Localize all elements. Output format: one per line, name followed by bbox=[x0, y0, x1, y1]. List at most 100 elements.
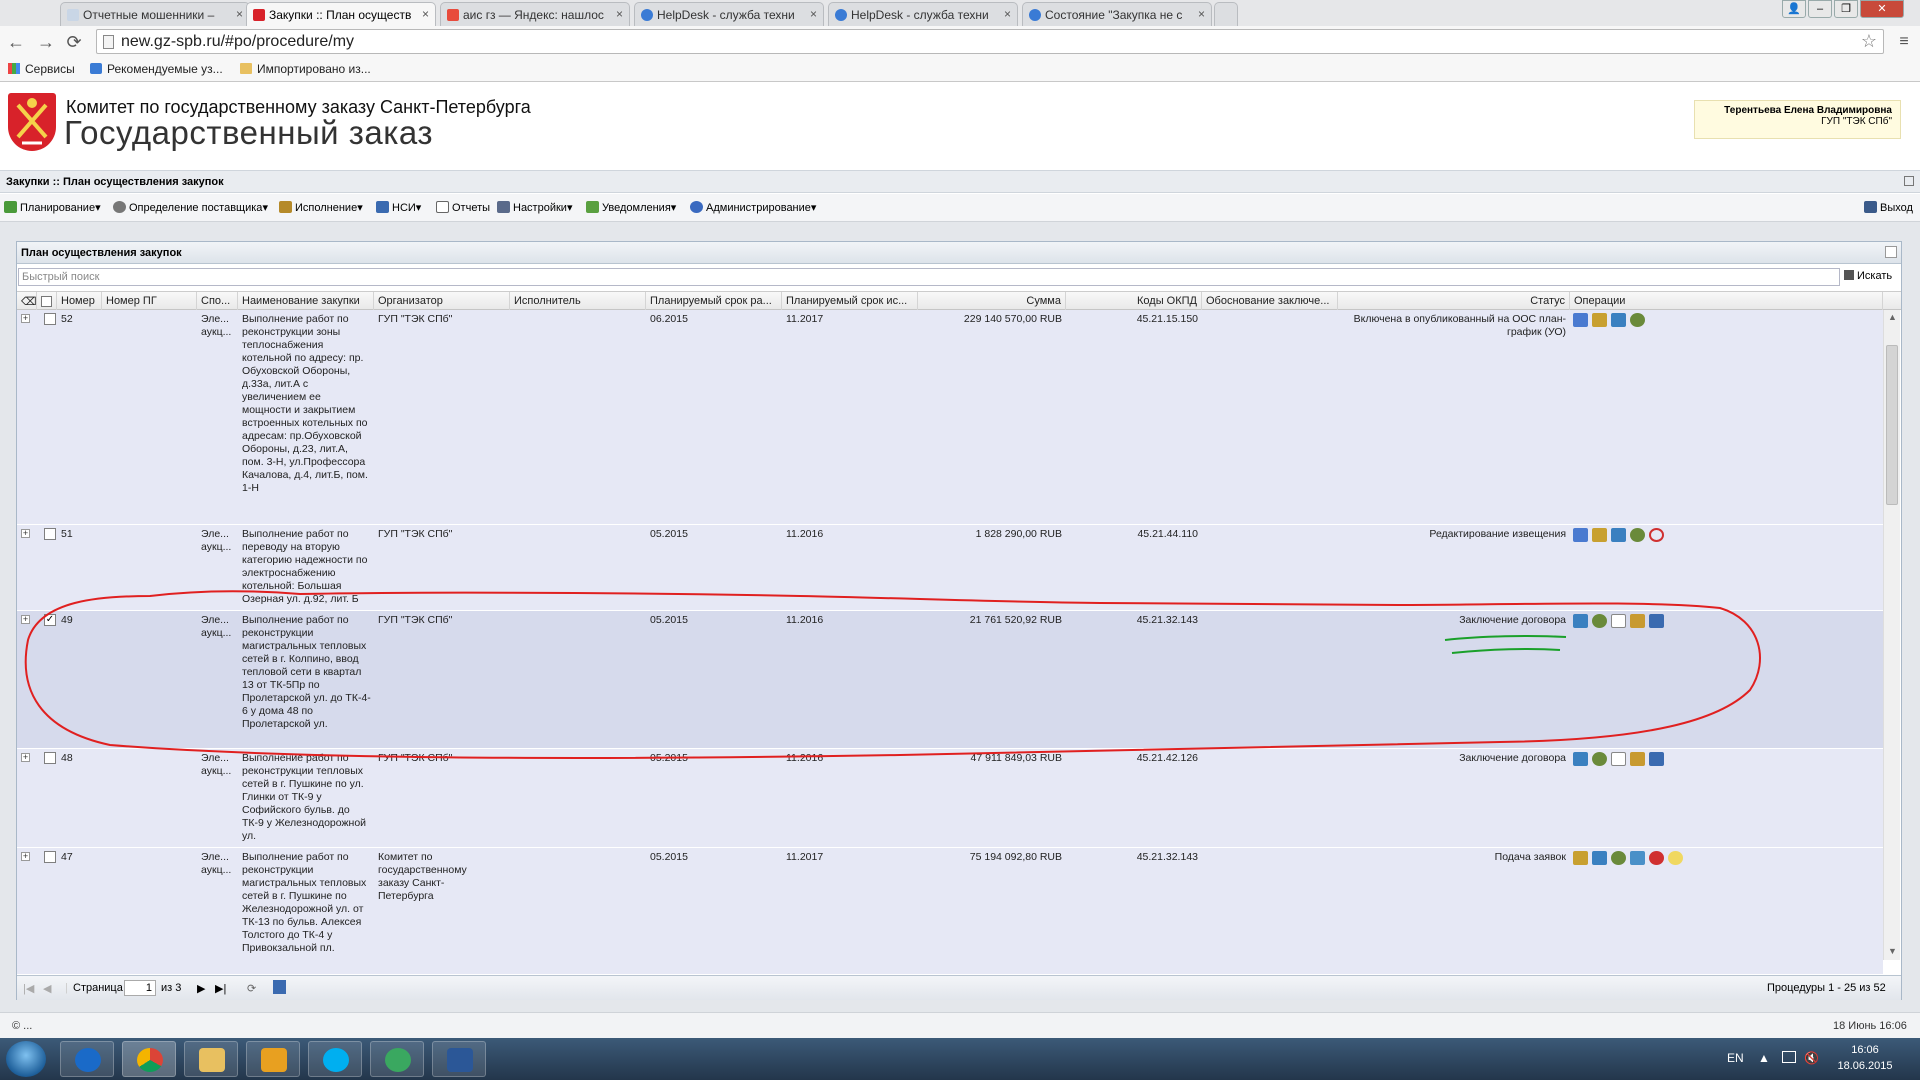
taskbar-clock[interactable]: 16:06 18.06.2015 bbox=[1820, 1042, 1910, 1074]
first-page-icon[interactable]: |◀ bbox=[23, 982, 34, 995]
table-row[interactable]: + 52 Эле... аукц... Выполнение работ по … bbox=[17, 310, 1883, 525]
refresh-icon[interactable]: ⟳ bbox=[247, 982, 256, 995]
user-info[interactable]: Терентьева Елена Владимировна ГУП "ТЭК С… bbox=[1694, 100, 1901, 139]
menu-nsi[interactable]: НСИ▾ bbox=[376, 201, 421, 214]
save-icon[interactable] bbox=[273, 980, 286, 994]
search-button[interactable]: Искать bbox=[1844, 268, 1899, 286]
keyboard-language[interactable]: EN bbox=[1727, 1051, 1744, 1065]
emblem-icon[interactable] bbox=[1630, 614, 1645, 628]
scroll-up-icon[interactable]: ▲ bbox=[1888, 312, 1897, 322]
quick-search-input[interactable]: Быстрый поиск bbox=[18, 268, 1840, 286]
col-method[interactable]: Спо... bbox=[197, 292, 238, 310]
gear-icon[interactable] bbox=[1630, 313, 1645, 327]
document-icon[interactable] bbox=[1611, 752, 1626, 766]
col-sum[interactable]: Сумма bbox=[918, 292, 1066, 310]
grid-tools-icon[interactable] bbox=[1885, 246, 1897, 258]
windows-start-icon[interactable] bbox=[6, 1041, 46, 1077]
close-tab-icon[interactable]: × bbox=[616, 7, 623, 21]
table-row-selected[interactable]: + ✓ 49 Эле... аукц... Выполнение работ п… bbox=[17, 611, 1883, 749]
last-page-icon[interactable]: ▶| bbox=[215, 982, 226, 995]
browser-tab[interactable]: Отчетные мошенники – × bbox=[60, 2, 250, 26]
publish-icon[interactable] bbox=[1573, 851, 1588, 865]
image-icon[interactable] bbox=[1630, 851, 1645, 865]
row-checkbox[interactable] bbox=[44, 752, 56, 764]
tray-expand-icon[interactable]: ▲ bbox=[1758, 1051, 1770, 1065]
grid-scrollbar[interactable]: ▲ ▼ bbox=[1883, 310, 1900, 960]
taskbar-ie[interactable] bbox=[60, 1041, 114, 1077]
chart-icon[interactable] bbox=[1573, 614, 1588, 628]
close-window-icon[interactable]: ✕ bbox=[1860, 0, 1904, 18]
col-okpd[interactable]: Коды ОКПД bbox=[1066, 292, 1202, 310]
taskbar-explorer[interactable] bbox=[184, 1041, 238, 1077]
bookmark-recommended[interactable]: Рекомендуемые уз... bbox=[90, 62, 223, 76]
col-number[interactable]: Номер bbox=[57, 292, 102, 310]
close-tab-icon[interactable]: × bbox=[810, 7, 817, 21]
taskbar-skype[interactable] bbox=[308, 1041, 362, 1077]
gear-icon[interactable] bbox=[1611, 851, 1626, 865]
close-tab-icon[interactable]: × bbox=[236, 7, 243, 21]
close-tab-icon[interactable]: × bbox=[1198, 7, 1205, 21]
browser-tab[interactable]: HelpDesk - служба техни × bbox=[828, 2, 1018, 26]
coins-icon[interactable] bbox=[1668, 851, 1683, 865]
document-icon[interactable] bbox=[1611, 614, 1626, 628]
menu-icon[interactable]: ≡ bbox=[1894, 32, 1914, 52]
next-page-icon[interactable]: ▶ bbox=[197, 982, 205, 995]
close-tab-icon[interactable]: × bbox=[422, 7, 429, 21]
stop-icon[interactable] bbox=[1649, 851, 1664, 865]
network-icon[interactable] bbox=[1782, 1051, 1796, 1063]
col-operations[interactable]: Операции bbox=[1570, 292, 1883, 310]
table-row[interactable]: + 47 Эле... аукц... Выполнение работ по … bbox=[17, 848, 1883, 975]
col-executor[interactable]: Исполнитель bbox=[510, 292, 646, 310]
taskbar-outlook[interactable] bbox=[246, 1041, 300, 1077]
select-all-checkbox[interactable] bbox=[37, 292, 57, 310]
forward-arrow-icon[interactable]: → bbox=[36, 32, 56, 52]
expand-row-icon[interactable]: + bbox=[21, 615, 30, 624]
back-arrow-icon[interactable]: ← bbox=[6, 32, 26, 52]
row-checkbox[interactable]: ✓ bbox=[44, 614, 56, 626]
edit-icon[interactable] bbox=[1573, 313, 1588, 327]
row-checkbox[interactable] bbox=[44, 851, 56, 863]
menu-administration[interactable]: Администрирование▾ bbox=[690, 201, 816, 214]
bookmark-star-icon[interactable]: ☆ bbox=[1861, 31, 1877, 52]
filter-clear-icon[interactable]: ⌫ bbox=[17, 292, 37, 310]
menu-settings[interactable]: Настройки▾ bbox=[497, 201, 572, 214]
expand-row-icon[interactable]: + bbox=[21, 753, 30, 762]
collapse-icon[interactable] bbox=[1904, 176, 1914, 186]
new-tab-button[interactable] bbox=[1214, 2, 1238, 26]
chart-icon[interactable] bbox=[1611, 528, 1626, 542]
menu-supplier[interactable]: Определение поставщика▾ bbox=[113, 201, 268, 214]
address-bar[interactable]: new.gz-spb.ru/#po/procedure/my ☆ bbox=[96, 29, 1884, 54]
col-plan-number[interactable]: Номер ПГ bbox=[102, 292, 197, 310]
prev-page-icon[interactable]: ◀ bbox=[43, 982, 51, 995]
logout-button[interactable]: Выход bbox=[1864, 201, 1913, 214]
bookmark-apps[interactable]: Сервисы bbox=[8, 62, 75, 76]
bookmark-imported[interactable]: Импортировано из... bbox=[240, 62, 371, 76]
menu-planning[interactable]: Планирование▾ bbox=[4, 201, 101, 214]
reload-icon[interactable]: ⟳ bbox=[64, 32, 84, 52]
table-row[interactable]: + 48 Эле... аукц... Выполнение работ по … bbox=[17, 749, 1883, 848]
browser-tab[interactable]: аис гз — Яндекс: нашлос × bbox=[440, 2, 630, 26]
row-checkbox[interactable] bbox=[44, 528, 56, 540]
table-row[interactable]: + 51 Эле... аукц... Выполнение работ по … bbox=[17, 525, 1883, 611]
col-planned-start[interactable]: Планируемый срок ра... bbox=[646, 292, 782, 310]
gear-icon[interactable] bbox=[1592, 752, 1607, 766]
chart-icon[interactable] bbox=[1592, 851, 1607, 865]
volume-icon[interactable]: 🔇 bbox=[1804, 1051, 1819, 1065]
col-name[interactable]: Наименование закупки bbox=[238, 292, 374, 310]
taskbar-chrome[interactable] bbox=[122, 1041, 176, 1077]
taskbar-app[interactable] bbox=[370, 1041, 424, 1077]
publish-icon[interactable] bbox=[1592, 528, 1607, 542]
minimize-window-icon[interactable]: – bbox=[1808, 0, 1832, 18]
gear-icon[interactable] bbox=[1592, 614, 1607, 628]
publish-icon[interactable] bbox=[1592, 313, 1607, 327]
expand-row-icon[interactable]: + bbox=[21, 314, 30, 323]
refresh-icon[interactable] bbox=[1649, 528, 1664, 542]
col-planned-end[interactable]: Планируемый срок ис... bbox=[782, 292, 918, 310]
chart-icon[interactable] bbox=[1611, 313, 1626, 327]
expand-row-icon[interactable]: + bbox=[21, 852, 30, 861]
restore-window-icon[interactable]: ❐ bbox=[1834, 0, 1858, 18]
row-checkbox[interactable] bbox=[44, 313, 56, 325]
chart-icon[interactable] bbox=[1573, 752, 1588, 766]
browser-tab-active[interactable]: Закупки :: План осуществ × bbox=[246, 2, 436, 26]
taskbar-word[interactable] bbox=[432, 1041, 486, 1077]
